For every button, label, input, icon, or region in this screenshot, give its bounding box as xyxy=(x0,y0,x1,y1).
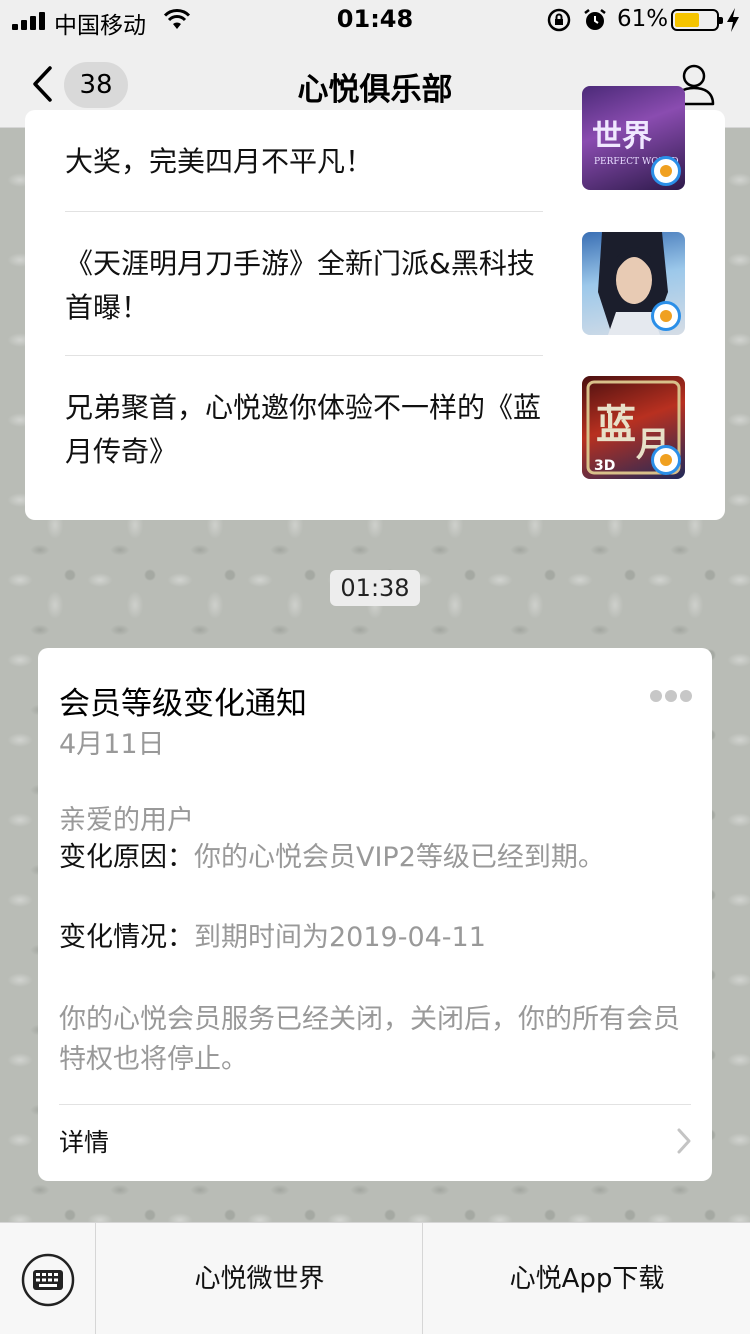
change-status-label: 变化情况： xyxy=(59,922,194,953)
menu-button-micro-world[interactable]: 心悦微世界 xyxy=(97,1223,423,1334)
article-title: 《天涯明月刀手游》全新门派&黑科技首曝！ xyxy=(65,247,535,324)
article-item[interactable]: 大奖，完美四月不平凡！ 世界 PERFECT WORLD xyxy=(65,86,685,210)
notice-greeting: 亲爱的用户 xyxy=(59,805,194,836)
template-message-card[interactable]: 会员等级变化通知 4月11日 亲爱的用户 变化原因：你的心悦会员VIP2等级已经… xyxy=(38,648,712,1181)
chevron-right-icon xyxy=(677,1128,691,1154)
change-reason-value: 你的心悦会员VIP2等级已经到期。 xyxy=(194,842,605,873)
message-timestamp: 01:38 xyxy=(330,570,420,606)
article-item[interactable]: 兄弟聚首，心悦邀你体验不一样的《蓝月传奇》 蓝 月 3D xyxy=(65,356,685,500)
notice-date: 4月11日 xyxy=(59,729,165,760)
article-thumbnail: 世界 PERFECT WORLD xyxy=(582,86,685,190)
change-status-value: 到期时间为2019-04-11 xyxy=(194,922,486,953)
change-reason-label: 变化原因： xyxy=(59,842,194,873)
rotation-lock-icon xyxy=(547,8,571,32)
battery-icon xyxy=(671,9,723,31)
bottom-menu-bar: 心悦微世界 心悦App下载 xyxy=(0,1222,750,1334)
keyboard-icon xyxy=(21,1253,75,1307)
svg-text:3D: 3D xyxy=(594,458,615,474)
article-item[interactable]: 《天涯明月刀手游》全新门派&黑科技首曝！ xyxy=(65,212,685,356)
charging-icon xyxy=(727,8,739,32)
tencent-logo-icon xyxy=(651,445,681,475)
change-status-field: 变化情况：到期时间为2019-04-11 xyxy=(59,918,679,958)
details-label: 详情 xyxy=(59,1128,110,1157)
svg-text:世界: 世界 xyxy=(592,119,652,154)
change-reason-field: 变化原因：你的心悦会员VIP2等级已经到期。 xyxy=(59,838,679,878)
keyboard-toggle-button[interactable] xyxy=(0,1223,96,1334)
article-title: 大奖，完美四月不平凡！ xyxy=(65,145,374,178)
menu-button-app-download[interactable]: 心悦App下载 xyxy=(424,1223,750,1334)
article-list-card: 大奖，完美四月不平凡！ 世界 PERFECT WORLD 《天涯明月刀手游》全新… xyxy=(25,86,725,520)
battery-percent: 61% xyxy=(617,6,669,32)
article-title: 兄弟聚首，心悦邀你体验不一样的《蓝月传奇》 xyxy=(65,391,542,468)
more-options-icon[interactable] xyxy=(650,690,692,702)
notice-title: 会员等级变化通知 xyxy=(59,686,307,722)
article-thumbnail: 蓝 月 3D xyxy=(582,376,685,479)
notice-closing-text: 你的心悦会员服务已经关闭，关闭后，你的所有会员特权也将停止。 xyxy=(59,1004,680,1075)
svg-text:蓝: 蓝 xyxy=(596,401,636,448)
status-bar: 中国移动 01:48 61% xyxy=(0,0,750,40)
details-link[interactable]: 详情 xyxy=(38,1105,712,1181)
tencent-logo-icon xyxy=(651,156,681,186)
article-thumbnail xyxy=(582,232,685,335)
alarm-icon xyxy=(584,9,606,30)
tencent-logo-icon xyxy=(651,301,681,331)
